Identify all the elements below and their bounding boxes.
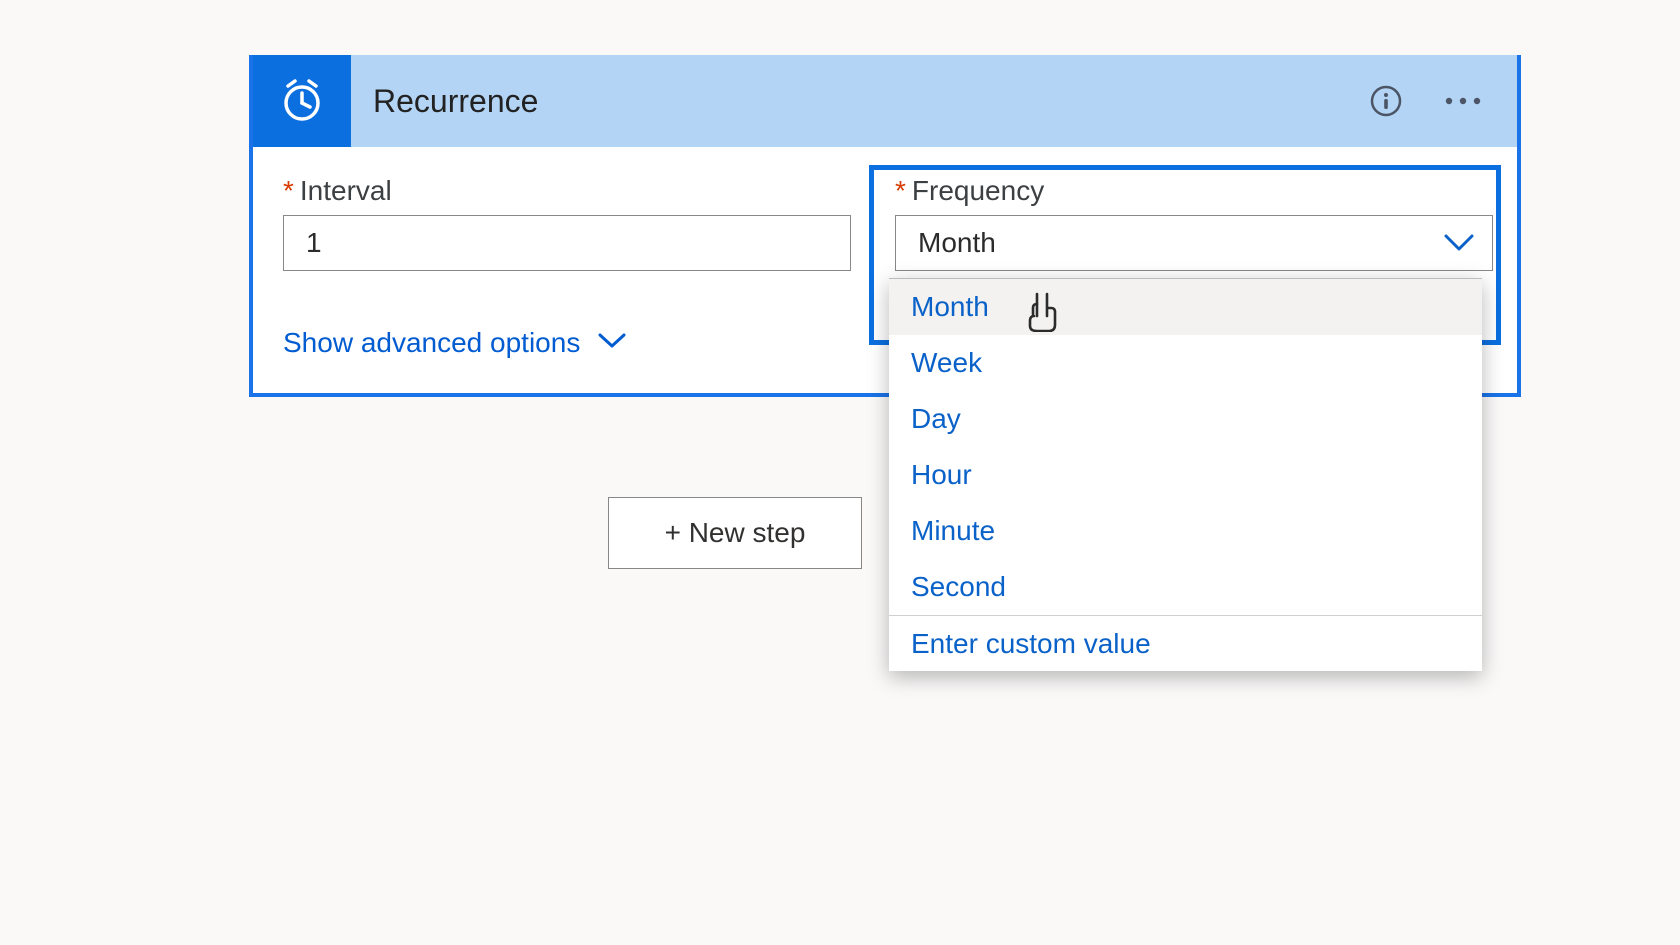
chevron-down-icon: [598, 333, 626, 354]
interval-field: *Interval: [283, 175, 873, 271]
chevron-down-icon: [1444, 227, 1474, 259]
dropdown-option-month[interactable]: Month: [889, 279, 1482, 335]
dropdown-option-custom[interactable]: Enter custom value: [889, 615, 1482, 671]
frequency-select[interactable]: Month: [895, 215, 1493, 271]
show-advanced-options-link[interactable]: Show advanced options: [283, 327, 580, 359]
frequency-label: *Frequency: [895, 175, 1485, 207]
interval-label: *Interval: [283, 175, 873, 207]
card-title: Recurrence: [351, 55, 1369, 147]
interval-input[interactable]: [283, 215, 851, 271]
dropdown-option-week[interactable]: Week: [889, 335, 1482, 391]
info-icon[interactable]: [1369, 84, 1403, 118]
frequency-label-text: Frequency: [912, 175, 1044, 206]
clock-icon: [253, 55, 351, 147]
new-step-button[interactable]: + New step: [608, 497, 862, 569]
more-icon[interactable]: [1443, 93, 1483, 109]
frequency-dropdown: Month Week Day Hour Minute Second Enter …: [889, 278, 1482, 671]
frequency-selected-value: Month: [918, 227, 996, 259]
interval-label-text: Interval: [300, 175, 392, 206]
dropdown-option-hour[interactable]: Hour: [889, 447, 1482, 503]
dropdown-option-day[interactable]: Day: [889, 391, 1482, 447]
dropdown-option-second[interactable]: Second: [889, 559, 1482, 615]
header-actions: [1369, 55, 1517, 147]
frequency-field: *Frequency Month: [895, 175, 1485, 271]
dropdown-option-minute[interactable]: Minute: [889, 503, 1482, 559]
card-header: Recurrence: [253, 55, 1517, 147]
